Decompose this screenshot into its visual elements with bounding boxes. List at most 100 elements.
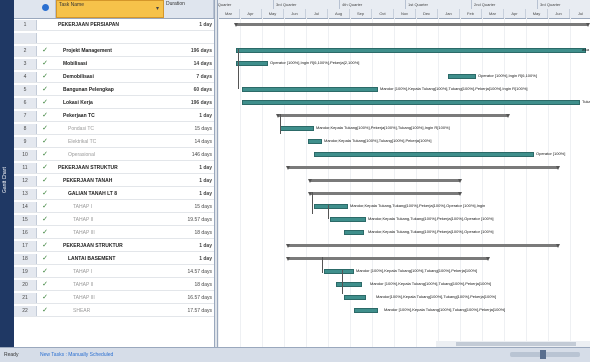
task-name[interactable]: TAHAP III — [73, 293, 162, 303]
scroll-thumb[interactable] — [456, 342, 576, 346]
task-duration[interactable]: 18 days — [164, 280, 214, 290]
row-number[interactable]: 11 — [14, 163, 37, 173]
task-bar[interactable] — [236, 48, 586, 53]
summary-bar[interactable] — [276, 114, 510, 118]
row-number[interactable] — [14, 33, 37, 43]
table-row[interactable]: 10 ✓ Operasional 146 days — [14, 150, 214, 161]
task-name[interactable]: TAHAP III — [73, 228, 162, 238]
task-duration[interactable]: 1 day — [164, 241, 214, 251]
task-duration[interactable]: 1 day — [164, 176, 214, 186]
row-number[interactable]: 12 — [14, 176, 37, 186]
task-bar[interactable] — [448, 74, 476, 79]
table-row[interactable]: 12 ✓ PEKERJAAN TANAH 1 day — [14, 176, 214, 187]
task-duration[interactable]: 1 day — [164, 189, 214, 199]
chevron-down-icon[interactable]: ▾ — [156, 5, 159, 14]
task-bar[interactable] — [314, 204, 348, 209]
table-row[interactable]: 13 ✓ GALIAN TANAH LT 81 day — [14, 189, 214, 200]
task-name[interactable]: Bangunan Pelengkap — [63, 85, 162, 95]
row-number[interactable]: 18 — [14, 254, 37, 264]
task-name[interactable]: PEKERJAAN STRUKTUR — [63, 241, 162, 251]
task-name[interactable]: Projekt Management — [63, 46, 162, 56]
task-duration[interactable]: 1 day — [164, 163, 214, 173]
row-number[interactable]: 13 — [14, 189, 37, 199]
task-name[interactable]: TAHAP I — [73, 267, 162, 277]
table-row[interactable]: 1 PEKERJAAN PERSIAPAN 1 day — [14, 20, 214, 31]
task-name[interactable]: Lokasi Kerja — [63, 98, 162, 108]
task-bar[interactable] — [344, 295, 366, 300]
task-duration[interactable]: 16.57 days — [164, 293, 214, 303]
row-number[interactable]: 10 — [14, 150, 37, 160]
task-duration[interactable]: 14 days — [164, 137, 214, 147]
task-name[interactable]: PEKERJAAN PERSIAPAN — [58, 20, 162, 30]
task-duration[interactable]: 196 days — [164, 46, 214, 56]
task-name[interactable]: Mobilisasi — [63, 59, 162, 69]
summary-bar[interactable] — [286, 257, 490, 261]
task-bar[interactable] — [308, 139, 322, 144]
row-number[interactable]: 19 — [14, 267, 37, 277]
row-number[interactable]: 16 — [14, 228, 37, 238]
task-name[interactable]: Elektrikal TC — [68, 137, 162, 147]
task-duration[interactable]: 19.57 days — [164, 215, 214, 225]
row-number[interactable]: 15 — [14, 215, 37, 225]
table-row[interactable]: 15 ✓ TAHAP II 19.57 days — [14, 215, 214, 226]
task-duration[interactable]: 146 days — [164, 150, 214, 160]
task-name[interactable] — [58, 33, 162, 43]
table-row[interactable]: 11 ✓ PEKERJAAN STRUKTUR 1 day — [14, 163, 214, 174]
table-row[interactable]: 8 ✓ Pondasi TC 15 days — [14, 124, 214, 135]
task-bar[interactable] — [330, 217, 366, 222]
task-duration[interactable]: 18 days — [164, 228, 214, 238]
task-duration[interactable]: 17.57 days — [164, 306, 214, 316]
view-bar[interactable]: Gantt Chart — [0, 0, 14, 347]
task-bar[interactable] — [336, 282, 362, 287]
zoom-slider-knob[interactable] — [540, 350, 546, 359]
row-number[interactable]: 14 — [14, 202, 37, 212]
table-row[interactable]: 2 ✓ Projekt Management 196 days — [14, 46, 214, 57]
task-name[interactable]: TAHAP II — [73, 280, 162, 290]
task-name[interactable]: SHEAR — [73, 306, 162, 316]
summary-bar[interactable] — [286, 244, 560, 248]
task-duration[interactable]: 196 days — [164, 98, 214, 108]
task-bar[interactable] — [314, 152, 534, 157]
task-duration[interactable] — [164, 33, 214, 43]
task-name[interactable]: PEKERJAAN STRUKTUR — [58, 163, 162, 173]
table-row[interactable]: 19 ✓ TAHAP I 14.57 days — [14, 267, 214, 278]
table-row[interactable]: 5 ✓ Bangunan Pelengkap 60 days — [14, 85, 214, 96]
task-name[interactable]: TAHAP I — [73, 202, 162, 212]
task-duration[interactable]: 15 days — [164, 202, 214, 212]
table-row[interactable]: 20 ✓ TAHAP II 18 days — [14, 280, 214, 291]
task-bar[interactable] — [280, 126, 314, 131]
table-row[interactable]: 9 ✓ Elektrikal TC 14 days — [14, 137, 214, 148]
row-number[interactable]: 8 — [14, 124, 37, 134]
summary-bar[interactable] — [286, 166, 560, 170]
row-number[interactable]: 17 — [14, 241, 37, 251]
task-bar[interactable] — [324, 269, 354, 274]
row-number[interactable]: 1 — [14, 20, 37, 30]
task-duration[interactable]: 7 days — [164, 72, 214, 82]
row-number[interactable]: 7 — [14, 111, 37, 121]
task-name[interactable]: Pondasi TC — [68, 124, 162, 134]
table-row[interactable]: 6 ✓ Lokasi Kerja 196 days — [14, 98, 214, 109]
table-row[interactable]: 16 ✓ TAHAP III 18 days — [14, 228, 214, 239]
task-duration[interactable]: 1 day — [164, 254, 214, 264]
row-number[interactable]: 22 — [14, 306, 37, 316]
task-duration[interactable]: 60 days — [164, 85, 214, 95]
new-tasks-mode[interactable]: New Tasks : Manually Scheduled — [40, 348, 113, 362]
table-row[interactable]: 22 ✓ SHEAR 17.57 days — [14, 306, 214, 317]
row-number[interactable]: 21 — [14, 293, 37, 303]
task-bar[interactable] — [354, 308, 378, 313]
task-duration[interactable]: 15 days — [164, 124, 214, 134]
duration-header[interactable]: Duration — [164, 0, 214, 18]
table-row[interactable]: 7 ✓ Pekerjaan TC 1 day — [14, 111, 214, 122]
row-number[interactable]: 6 — [14, 98, 37, 108]
table-row[interactable]: 4 ✓ Demobilisasi 7 days — [14, 72, 214, 83]
row-number[interactable]: 4 — [14, 72, 37, 82]
summary-bar[interactable] — [308, 192, 462, 196]
table-row[interactable]: 17 ✓ PEKERJAAN STRUKTUR 1 day — [14, 241, 214, 252]
row-number[interactable]: 20 — [14, 280, 37, 290]
task-name[interactable]: LANTAI BASEMENT — [68, 254, 162, 264]
table-row[interactable]: 21 ✓ TAHAP III 16.57 days — [14, 293, 214, 304]
table-row[interactable]: 3 ✓ Mobilisasi 14 days — [14, 59, 214, 70]
table-row[interactable]: 18 ✓ LANTAI BASEMENT 1 day — [14, 254, 214, 265]
row-number[interactable]: 3 — [14, 59, 37, 69]
task-duration[interactable]: 1 day — [164, 111, 214, 121]
